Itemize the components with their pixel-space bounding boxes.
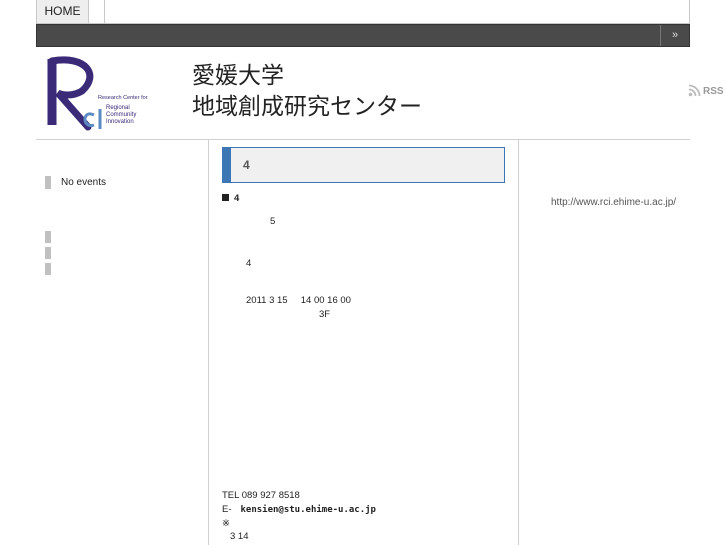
event-floor: 3F [319,309,331,320]
main-article: 4 4 5 4 2011 3 15 14 00 16 00 3F TEL 089… [222,147,505,542]
logo-text-regional: Regional [106,105,130,111]
site-title[interactable]: 愛媛大学 地域創成研究センター [192,61,422,123]
site-url-link[interactable]: http://www.rci.ehime-u.ac.jp/ [551,197,676,208]
secondary-menu-bar: » [36,24,690,47]
contact-email[interactable]: kensien@stu.ehime-u.ac.jp [241,505,376,515]
logo-text-community: Community [106,112,136,118]
article-line: 5 [270,216,276,227]
rss-link[interactable]: RSS [688,84,724,97]
note-mark: ※ [222,518,230,529]
left-sidebar: No events [36,140,209,545]
nav-item-blank[interactable] [89,0,105,23]
rci-logo[interactable]: Research Center for Regional Community I… [42,53,154,131]
no-events-text: No events [45,176,106,189]
article-title-box: 4 [222,147,505,183]
title-accent-bar [223,148,231,182]
square-bullet-icon [222,194,229,201]
sidebar-marker [45,247,51,259]
home-link[interactable]: HOME [37,0,89,23]
contact-email-row: E-kensien@stu.ehime-u.ac.jp [222,504,376,515]
article-heading: 4 [222,193,239,204]
right-sidebar: http://www.rci.ehime-u.ac.jp/ [518,140,691,545]
note-date: 3 14 [230,531,249,542]
site-title-line2: 地域創成研究センター [192,94,422,120]
logo-text-research-center: Research Center for [98,95,148,101]
top-navigation: HOME [36,0,690,24]
site-header: Research Center for Regional Community I… [36,47,690,140]
sidebar-marker [45,231,51,243]
event-datetime: 2011 3 15 14 00 16 00 [246,295,351,306]
rss-icon [688,84,701,97]
rss-label: RSS [703,86,724,97]
contact-tel: TEL 089 927 8518 [222,490,300,501]
logo-text-innovation: Innovation [106,119,134,125]
sidebar-marker [45,263,51,275]
chevron-down-icon[interactable]: » [660,25,689,46]
site-title-line1: 愛媛大学 [192,63,284,89]
article-line: 4 [246,258,252,269]
article-title: 4 [243,158,250,172]
